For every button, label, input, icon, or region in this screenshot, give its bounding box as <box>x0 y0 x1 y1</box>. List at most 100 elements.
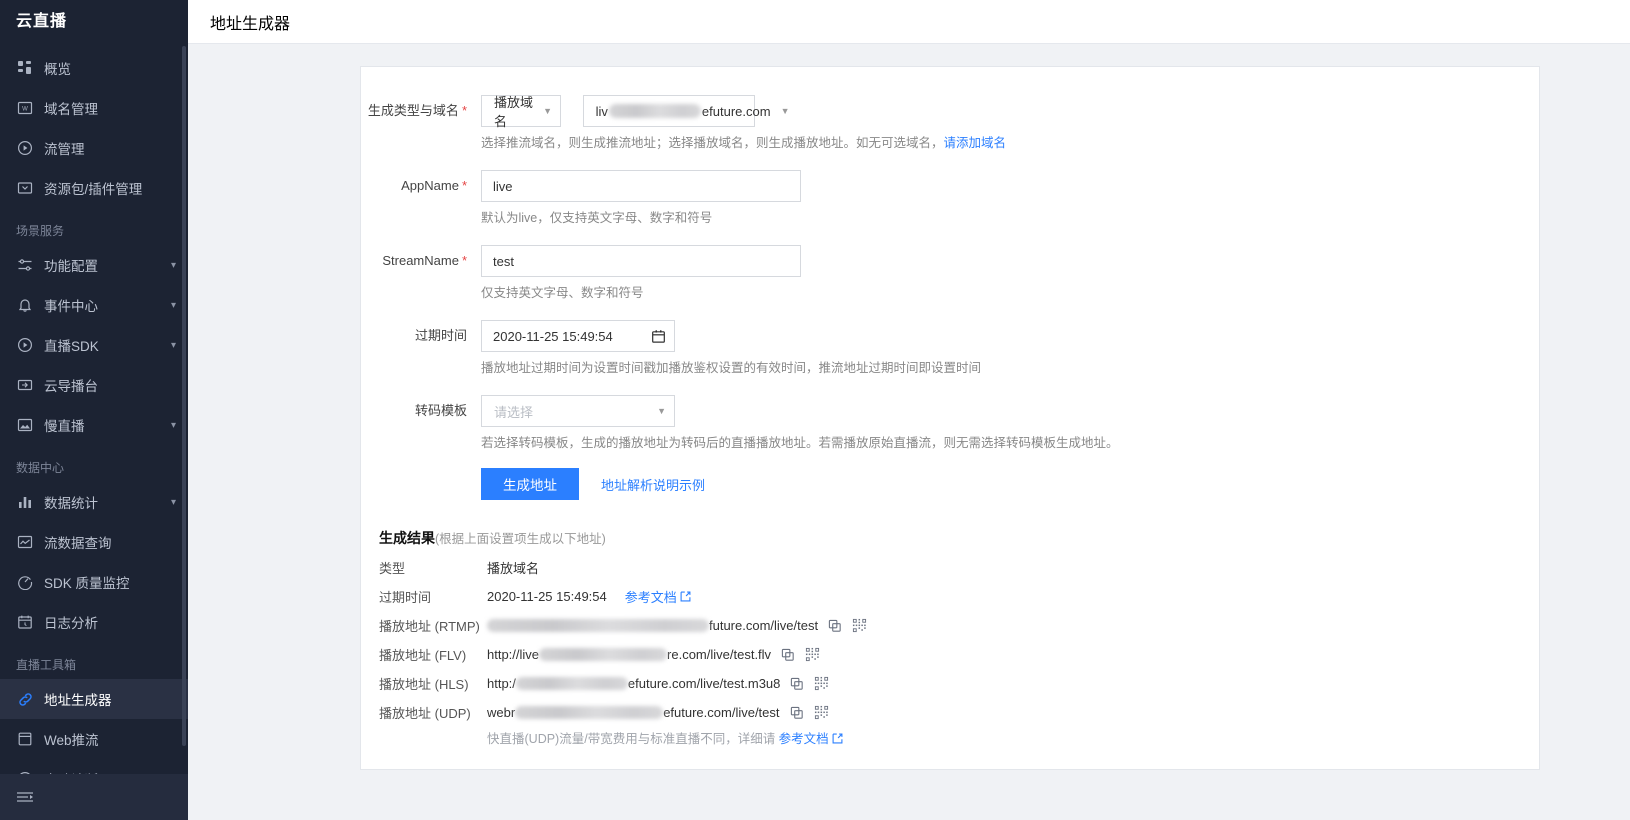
reference-doc-link[interactable]: 参考文档 <box>779 732 829 746</box>
chevron-down-icon: ▾ <box>170 419 176 431</box>
sidebar-item-resource-package[interactable]: 资源包/插件管理 <box>0 168 188 208</box>
sidebar-group-data-center: 数据中心 <box>16 461 65 475</box>
sidebar-item-stream-management[interactable]: 流管理 <box>0 128 188 168</box>
sidebar-item-web-push[interactable]: Web推流 <box>0 719 188 759</box>
redacted-url-part <box>539 648 668 661</box>
sidebar-item-data-statistics[interactable]: 数据统计 ▾ <box>0 482 188 522</box>
helper-expire: 播放地址过期时间为设置时间戳加播放鉴权设置的有效时间，推流地址过期时间即设置时间 <box>481 361 982 375</box>
label-type-domain: 生成类型与域名 * <box>367 103 467 118</box>
chart-area-icon <box>16 533 34 551</box>
sidebar-group-live-toolbox: 直播工具箱 <box>16 658 77 672</box>
sidebar-collapse-button[interactable] <box>0 774 188 820</box>
add-domain-link[interactable]: 请添加域名 <box>944 136 1007 150</box>
copy-icon[interactable] <box>790 706 804 720</box>
domain-select[interactable]: liv efuture.com ▼ <box>582 95 789 127</box>
qrcode-icon[interactable] <box>805 647 820 662</box>
result-value: 2020-11-25 15:49:54 <box>487 589 607 604</box>
result-row-rtmp: 播放地址 (RTMP) future.com/live/test <box>379 616 1539 635</box>
result-row-udp: 播放地址 (UDP) webr efuture.com/live/test <box>379 703 1539 722</box>
sidebar-item-label: 直播SDK <box>44 339 99 354</box>
sidebar-item-label: 概览 <box>44 62 71 77</box>
form-row-streamname: StreamName* 仅支持英文字母、数字和符号 <box>361 245 1539 320</box>
address-parse-example-link[interactable]: 地址解析说明示例 <box>601 475 705 494</box>
result-label: 播放地址 (UDP) <box>379 706 471 721</box>
label-streamname: StreamName * <box>382 253 467 268</box>
results-subtitle: (根据上面设置项生成以下地址) <box>435 532 606 546</box>
appname-input[interactable] <box>481 170 801 202</box>
form-row-transcode: 转码模板 请选择 ▼ 若选择转码模板，生成的播放地址为转码后的直播播放地址。若需… <box>361 395 1539 500</box>
redacted-url-part <box>515 677 628 690</box>
qrcode-icon[interactable] <box>814 676 829 691</box>
sidebar-item-log-analysis[interactable]: 日志分析 <box>0 602 188 642</box>
calendar-icon[interactable] <box>651 329 666 344</box>
page-title: 地址生成器 <box>210 15 291 33</box>
label-appname: AppName * <box>401 178 467 193</box>
collapse-menu-icon <box>16 790 34 804</box>
calendar-clock-icon <box>16 613 34 631</box>
domain-icon: W <box>16 99 34 117</box>
qrcode-icon[interactable] <box>814 705 829 720</box>
form-actions: 生成地址 地址解析说明示例 <box>481 468 1539 500</box>
required-marker: * <box>461 178 467 193</box>
sidebar-item-domain-management[interactable]: W 域名管理 <box>0 88 188 128</box>
result-row-flv: 播放地址 (FLV) http://live re.com/live/test.… <box>379 645 1539 664</box>
sidebar-item-stream-data-query[interactable]: 流数据查询 <box>0 522 188 562</box>
bar-chart-icon <box>16 493 34 511</box>
chevron-down-icon: ▼ <box>657 406 666 416</box>
generate-address-button[interactable]: 生成地址 <box>481 468 579 500</box>
sidebar: 云直播 概览 W 域名管理 流管理 资源包/插件管理 场景服务 功能配置 ▾ 事… <box>0 0 188 820</box>
sidebar-scrollbar[interactable] <box>182 46 186 746</box>
chevron-down-icon: ▾ <box>170 259 176 271</box>
sidebar-item-label: 地址生成器 <box>44 693 112 708</box>
copy-icon[interactable] <box>790 677 804 691</box>
transcode-placeholder: 请选择 <box>494 404 534 420</box>
brand-logo: 云直播 <box>16 13 68 30</box>
result-label: 播放地址 (HLS) <box>379 677 469 692</box>
sidebar-item-label: 域名管理 <box>44 102 98 117</box>
qrcode-icon[interactable] <box>852 618 867 633</box>
redacted-domain-part <box>608 104 701 118</box>
reference-doc-link[interactable]: 参考文档 <box>625 587 691 606</box>
sidebar-item-label: 慢直播 <box>44 419 85 434</box>
transcode-template-select[interactable]: 请选择 ▼ <box>481 395 675 427</box>
copy-icon[interactable] <box>828 619 842 633</box>
sidebar-item-live-sdk[interactable]: 直播SDK ▾ <box>0 325 188 365</box>
result-label: 播放地址 (FLV) <box>379 648 467 663</box>
helper-type-domain: 选择推流域名，则生成推流地址；选择播放域名，则生成播放地址。如无可选域名，请添加… <box>481 136 1007 150</box>
sidebar-item-event-center[interactable]: 事件中心 ▾ <box>0 285 188 325</box>
sidebar-item-label: 流数据查询 <box>44 536 112 551</box>
sidebar-item-overview[interactable]: 概览 <box>0 48 188 88</box>
main-area: 地址生成器 生成类型与域名 * 播放域名 ▼ liv efuture.com ▼… <box>188 0 1630 820</box>
chevron-down-icon: ▼ <box>543 106 552 116</box>
sidebar-item-cloud-director[interactable]: 云导播台 <box>0 365 188 405</box>
app-root: 云直播 概览 W 域名管理 流管理 资源包/插件管理 场景服务 功能配置 ▾ 事… <box>0 0 1630 820</box>
sidebar-item-label: 事件中心 <box>44 299 98 314</box>
external-link-icon <box>677 591 691 602</box>
sidebar-item-feature-config[interactable]: 功能配置 ▾ <box>0 245 188 285</box>
streamname-input[interactable] <box>481 245 801 277</box>
sidebar-item-sdk-quality-monitor[interactable]: SDK 质量监控 <box>0 562 188 602</box>
result-value: efuture.com/live/test <box>663 705 780 720</box>
copy-icon[interactable] <box>781 648 795 662</box>
expire-date-input[interactable]: 2020-11-25 15:49:54 <box>481 320 675 352</box>
sidebar-item-label: 资源包/插件管理 <box>44 182 143 197</box>
sidebar-item-slow-live[interactable]: 慢直播 ▾ <box>0 405 188 445</box>
play-circle-icon <box>16 336 34 354</box>
sidebar-item-address-generator[interactable]: 地址生成器 <box>0 679 188 719</box>
sidebar-item-label: 功能配置 <box>44 259 98 274</box>
result-label: 类型 <box>379 561 406 576</box>
svg-text:W: W <box>22 107 28 113</box>
broadcast-icon <box>16 376 34 394</box>
generate-type-select[interactable]: 播放域名 ▼ <box>481 95 561 129</box>
results-title: 生成结果(根据上面设置项生成以下地址) <box>379 530 606 546</box>
sliders-icon <box>16 256 34 274</box>
label-transcode: 转码模板 <box>414 403 467 418</box>
helper-appname: 默认为live，仅支持英文字母、数字和符号 <box>481 211 713 225</box>
form-row-type-domain: 生成类型与域名 * 播放域名 ▼ liv efuture.com ▼ 选择推流域… <box>361 95 1539 170</box>
window-icon <box>16 730 34 748</box>
result-value: re.com/live/test.flv <box>667 647 772 662</box>
content-area: 生成类型与域名 * 播放域名 ▼ liv efuture.com ▼ 选择推流域… <box>188 44 1630 820</box>
link-icon <box>16 690 34 708</box>
result-value: efuture.com/live/test.m3u8 <box>627 676 781 691</box>
result-value-prefix: webr <box>487 705 516 720</box>
